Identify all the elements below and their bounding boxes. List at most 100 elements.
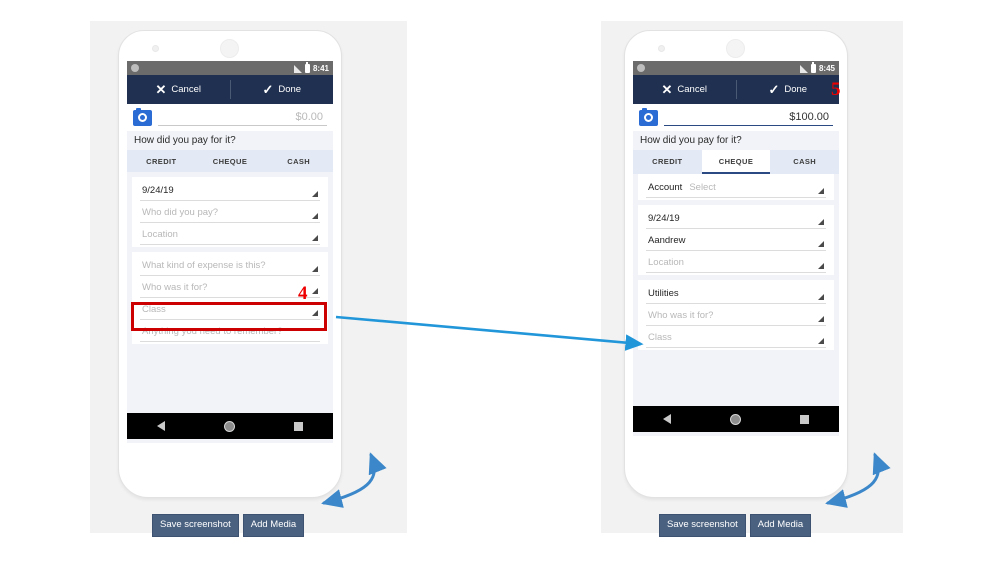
- check-icon: ✓: [262, 82, 274, 97]
- chevron-down-icon: [818, 316, 824, 322]
- page-buttons-right: Save screenshot Add Media: [659, 514, 812, 537]
- chevron-down-icon: [312, 191, 318, 197]
- app-content-left: $0.00 How did you pay for it? CREDIT CHE…: [127, 104, 333, 443]
- status-bar-left: 8:41: [127, 61, 333, 75]
- home-icon[interactable]: [223, 420, 235, 432]
- customer-field-value-right: Who was it for?: [648, 310, 714, 321]
- annotation-number-5: 5: [831, 79, 841, 100]
- done-button-right[interactable]: ✓ Done: [737, 75, 840, 104]
- close-icon: ✕: [661, 82, 673, 97]
- earpiece-speaker-icon: [220, 39, 239, 58]
- details-card-one-right: 9/24/19 Aandrew Location: [638, 205, 834, 275]
- chevron-down-icon: [312, 213, 318, 219]
- done-label-right: Done: [784, 84, 808, 95]
- tab-cheque-right[interactable]: CHEQUE: [701, 150, 771, 174]
- payee-field-value-right: Aandrew: [648, 235, 686, 246]
- screenshot-canvas: 8:41 ✕ Cancel ✓ Done $0.00 How did you p…: [0, 0, 999, 562]
- save-screenshot-button-left[interactable]: Save screenshot: [152, 514, 239, 537]
- battery-icon: [810, 61, 816, 73]
- payment-method-tabs-left: CREDIT CHEQUE CASH: [127, 150, 333, 172]
- signal-icon: [799, 64, 808, 73]
- recents-icon[interactable]: [294, 421, 304, 431]
- chevron-down-icon: [818, 188, 824, 194]
- front-camera-icon: [658, 45, 665, 52]
- chevron-down-icon: [818, 241, 824, 247]
- payee-field-right[interactable]: Aandrew: [646, 229, 826, 251]
- location-field-right[interactable]: Location: [646, 251, 826, 273]
- details-card-one-left: 9/24/19 Who did you pay? Location: [132, 177, 328, 247]
- signal-icon: [293, 64, 302, 73]
- date-field-left[interactable]: 9/24/19: [140, 179, 320, 201]
- chevron-down-icon: [818, 219, 824, 225]
- status-notification-dot-icon: [131, 64, 139, 72]
- amount-input-left[interactable]: $0.00: [158, 109, 327, 126]
- phone-bezel-top-left: [119, 31, 341, 61]
- payee-field-value-left: Who did you pay?: [142, 207, 219, 218]
- amount-row-left: $0.00: [127, 104, 333, 131]
- class-field-right[interactable]: Class: [646, 326, 826, 348]
- expense-type-field-right[interactable]: Utilities: [646, 282, 826, 304]
- customer-field-left[interactable]: Who was it for?: [140, 276, 320, 298]
- back-icon[interactable]: [662, 414, 671, 424]
- recents-icon[interactable]: [800, 414, 810, 424]
- save-screenshot-button-right[interactable]: Save screenshot: [659, 514, 746, 537]
- back-icon[interactable]: [156, 421, 165, 431]
- payee-field-left[interactable]: Who did you pay?: [140, 201, 320, 223]
- camera-icon[interactable]: [133, 108, 152, 126]
- location-field-left[interactable]: Location: [140, 223, 320, 245]
- done-button-left[interactable]: ✓ Done: [231, 75, 334, 104]
- class-field-value-right: Class: [648, 332, 672, 343]
- page-buttons-left: Save screenshot Add Media: [152, 514, 305, 537]
- check-icon: ✓: [768, 82, 780, 97]
- camera-icon[interactable]: [639, 108, 658, 126]
- done-label-left: Done: [278, 84, 302, 95]
- payment-question-right: How did you pay for it?: [640, 135, 742, 146]
- earpiece-speaker-icon: [726, 39, 745, 58]
- account-card-right: Account Select: [638, 174, 834, 200]
- battery-icon: [304, 61, 310, 73]
- date-field-right[interactable]: 9/24/19: [646, 207, 826, 229]
- date-field-value-left: 9/24/19: [142, 185, 174, 196]
- customer-field-value-left: Who was it for?: [142, 282, 208, 293]
- chevron-down-icon: [312, 235, 318, 241]
- tab-cheque-left[interactable]: CHEQUE: [196, 150, 265, 172]
- location-field-value-right: Location: [648, 257, 684, 268]
- tab-cash-left[interactable]: CASH: [264, 150, 333, 172]
- chevron-down-icon: [818, 294, 824, 300]
- cancel-label-right: Cancel: [677, 84, 707, 95]
- cancel-button-left[interactable]: ✕ Cancel: [127, 75, 230, 104]
- tab-cash-right[interactable]: CASH: [770, 150, 839, 174]
- cancel-button-right[interactable]: ✕ Cancel: [633, 75, 736, 104]
- date-field-value-right: 9/24/19: [648, 213, 680, 224]
- tab-credit-right[interactable]: CREDIT: [633, 150, 702, 174]
- cancel-label-left: Cancel: [171, 84, 201, 95]
- status-bar-right: 8:45: [633, 61, 839, 75]
- account-field-right[interactable]: Account Select: [646, 176, 826, 198]
- phone-device-right: 8:45 ✕ Cancel ✓ Done $100.00 How did you…: [624, 30, 848, 498]
- account-value-right: Select: [689, 182, 716, 193]
- app-toolbar-right: ✕ Cancel ✓ Done: [633, 75, 839, 104]
- highlight-box-expense-type: [131, 302, 327, 331]
- customer-field-right[interactable]: Who was it for?: [646, 304, 826, 326]
- payment-method-tabs-right: CREDIT CHEQUE CASH: [633, 150, 839, 174]
- chevron-down-icon: [818, 338, 824, 344]
- status-time-left: 8:41: [312, 63, 329, 73]
- android-nav-bar-right: [633, 406, 839, 432]
- home-icon[interactable]: [729, 413, 741, 425]
- amount-input-right[interactable]: $100.00: [664, 109, 833, 126]
- front-camera-icon: [152, 45, 159, 52]
- add-media-button-left[interactable]: Add Media: [242, 514, 305, 537]
- account-label-right: Account: [648, 182, 683, 193]
- status-notification-dot-icon: [637, 64, 645, 72]
- expense-type-value-left: What kind of expense is this?: [142, 260, 266, 271]
- chevron-down-icon: [818, 263, 824, 269]
- details-card-two-right: Utilities Who was it for? Class: [638, 280, 834, 350]
- close-icon: ✕: [155, 82, 167, 97]
- app-toolbar-left: ✕ Cancel ✓ Done: [127, 75, 333, 104]
- payment-question-left: How did you pay for it?: [134, 135, 236, 146]
- add-media-button-right[interactable]: Add Media: [749, 514, 812, 537]
- tab-credit-left[interactable]: CREDIT: [127, 150, 196, 172]
- expense-type-value-right: Utilities: [648, 288, 679, 299]
- phone-bezel-top-right: [625, 31, 847, 61]
- expense-type-field-left[interactable]: What kind of expense is this?: [140, 254, 320, 276]
